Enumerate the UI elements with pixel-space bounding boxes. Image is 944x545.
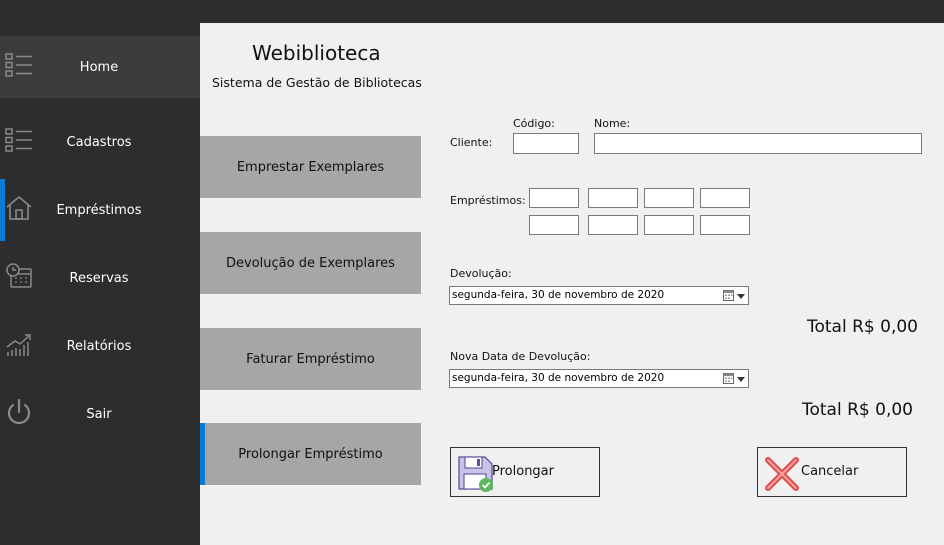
new-return-label: Nova Data de Devolução: [450,350,591,363]
client-label: Cliente: [450,136,493,149]
sidebar-item-cadastros[interactable]: Cadastros [0,111,200,173]
main-panel: Webiblioteca Sistema de Gestão de Biblio… [200,23,942,545]
faturar-emprestimo-button[interactable]: Faturar Empréstimo [200,328,421,390]
button-label: Devolução de Exemplares [226,255,395,271]
loan-field-8[interactable] [700,215,750,235]
loan-field-4[interactable] [700,188,750,208]
button-label: Faturar Empréstimo [246,351,375,367]
loan-field-5[interactable] [529,215,579,235]
sidebar-item-label: Empréstimos [56,202,142,218]
sidebar-item-relatorios[interactable]: Relatórios [0,315,200,377]
new-total-amount: Total R$ 0,00 [802,400,913,420]
active-indicator [200,423,205,485]
total-amount: Total R$ 0,00 [807,317,918,337]
button-label: Prolongar Empréstimo [238,446,383,462]
sidebar-item-label: Cadastros [66,134,132,150]
close-icon [765,457,799,491]
loan-field-1[interactable] [529,188,579,208]
cancel-button[interactable]: Cancelar [757,447,907,497]
app-title: Webiblioteca [252,41,381,65]
sidebar-item-label: Relatórios [66,338,132,354]
return-date-picker[interactable]: segunda-feira, 30 de novembro de 2020 [449,286,749,305]
button-label: Emprestar Exemplares [236,159,385,175]
loan-field-3[interactable] [644,188,694,208]
code-label: Código: [513,117,555,130]
return-label: Devolução: [450,267,512,280]
loan-field-7[interactable] [644,215,694,235]
sidebar-item-emprestimos[interactable]: Empréstimos [0,179,200,241]
name-label: Nome: [594,117,631,130]
title-bar [0,0,944,23]
sidebar-item-label: Home [79,59,119,75]
sidebar-item-reservas[interactable]: Reservas [0,247,200,309]
sidebar: Home Cadastros Empréstimos Reservas Rela… [0,23,200,545]
prolong-button-label: Prolongar [492,464,554,479]
loan-field-6[interactable] [588,215,638,235]
prolong-button[interactable]: Prolongar [450,447,600,497]
emprestar-exemplares-button[interactable]: Emprestar Exemplares [200,136,421,198]
client-name-input[interactable] [594,133,922,154]
save-check-icon [458,456,493,492]
sidebar-item-sair[interactable]: Sair [0,383,200,445]
new-return-date-picker[interactable]: segunda-feira, 30 de novembro de 2020 [449,369,749,388]
devolucao-exemplares-button[interactable]: Devolução de Exemplares [200,232,421,294]
calendar-icon [723,290,734,301]
prolongar-emprestimo-button[interactable]: Prolongar Empréstimo [200,423,421,485]
loans-label: Empréstimos: [450,194,526,207]
loan-field-2[interactable] [588,188,638,208]
app-subtitle: Sistema de Gestão de Bibliotecas [212,75,422,90]
return-date-value: segunda-feira, 30 de novembro de 2020 [452,289,665,301]
calendar-icon [723,373,734,384]
sidebar-item-label: Sair [86,406,112,422]
new-return-date-value: segunda-feira, 30 de novembro de 2020 [452,372,665,384]
chevron-down-icon[interactable] [737,294,745,299]
chevron-down-icon[interactable] [737,377,745,382]
sidebar-item-label: Reservas [69,270,129,286]
client-code-input[interactable] [513,133,579,154]
cancel-button-label: Cancelar [801,464,859,479]
sidebar-item-home[interactable]: Home [0,36,200,98]
